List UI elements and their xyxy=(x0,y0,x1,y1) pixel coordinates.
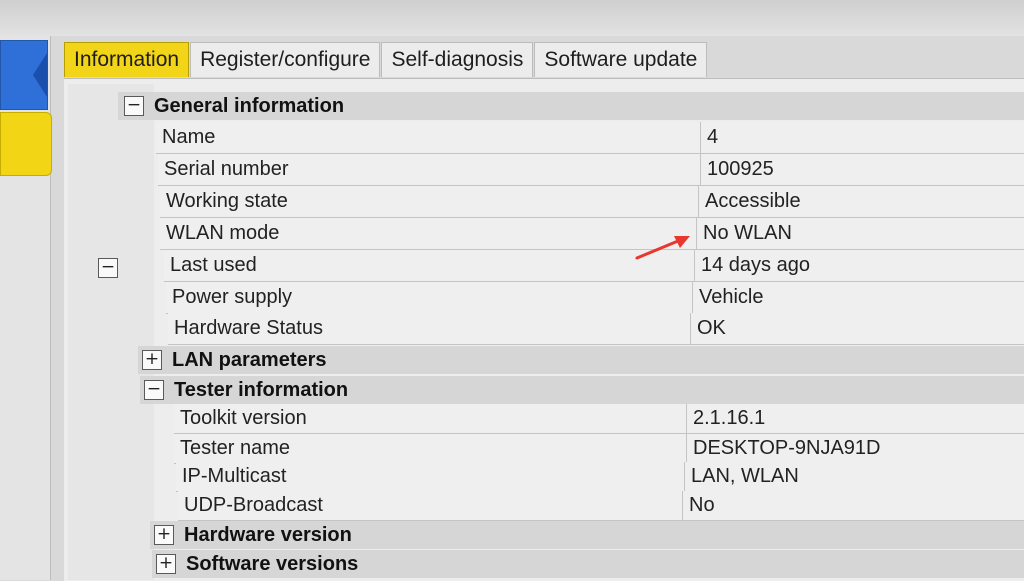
sidebar-yellow-button[interactable] xyxy=(0,112,52,176)
tab-information[interactable]: Information xyxy=(64,42,190,77)
window-top-band xyxy=(0,0,1024,36)
software-section-header[interactable]: + Software versions xyxy=(156,550,358,578)
row-value: Vehicle xyxy=(692,282,1024,313)
table-row: IP-Multicast LAN, WLAN xyxy=(176,462,1024,492)
hardware-section-header[interactable]: + Hardware version xyxy=(154,521,352,549)
row-value: LAN, WLAN xyxy=(684,462,1024,491)
table-row: Toolkit version 2.1.16.1 xyxy=(174,404,1024,434)
row-value: Accessible xyxy=(698,186,1024,217)
table-row: Last used 14 days ago xyxy=(164,250,1024,282)
tester-section-header[interactable]: − Tester information xyxy=(144,376,348,404)
row-value: OK xyxy=(690,313,1024,344)
row-value: 4 xyxy=(700,122,1024,153)
general-section-header[interactable]: − General information xyxy=(124,92,344,120)
row-value: 14 days ago xyxy=(694,250,1024,281)
outer-collapse-toggle[interactable]: − xyxy=(98,258,128,278)
table-row: Power supply Vehicle xyxy=(166,282,1024,314)
table-row: UDP-Broadcast No xyxy=(178,491,1024,521)
lan-section-header[interactable]: + LAN parameters xyxy=(142,346,327,374)
expand-icon[interactable]: + xyxy=(154,525,174,545)
table-row: Working state Accessible xyxy=(160,186,1024,218)
table-row: Serial number 100925 xyxy=(158,154,1024,186)
collapse-icon[interactable]: − xyxy=(124,96,144,116)
tab-bar: Information Register/configure Self-diag… xyxy=(64,42,708,78)
tab-register-configure[interactable]: Register/configure xyxy=(190,42,381,77)
row-value: No WLAN xyxy=(696,218,1024,249)
table-row: Tester name DESKTOP-9NJA91D xyxy=(174,434,1024,464)
expand-icon[interactable]: + xyxy=(142,350,162,370)
red-arrow-icon xyxy=(635,236,690,260)
row-value: DESKTOP-9NJA91D xyxy=(686,434,1024,463)
tab-self-diagnosis[interactable]: Self-diagnosis xyxy=(381,42,534,77)
tab-software-update[interactable]: Software update xyxy=(534,42,708,77)
table-row: Name 4 xyxy=(156,122,1024,154)
row-value: 100925 xyxy=(700,154,1024,185)
table-row: WLAN mode No WLAN xyxy=(160,218,1024,250)
row-value: 2.1.16.1 xyxy=(686,404,1024,433)
section-title: LAN parameters xyxy=(172,348,327,371)
section-title: Hardware version xyxy=(184,523,352,546)
table-row: Hardware Status OK xyxy=(168,313,1024,345)
collapse-icon[interactable]: − xyxy=(144,380,164,400)
back-arrow-icon xyxy=(33,53,47,97)
collapse-icon: − xyxy=(98,258,118,278)
back-nav-button[interactable] xyxy=(0,40,48,110)
tree-gutter xyxy=(68,84,154,580)
row-value: No xyxy=(682,491,1024,520)
section-title: General information xyxy=(154,94,345,117)
section-title: Software versions xyxy=(186,552,359,575)
expand-icon[interactable]: + xyxy=(156,554,176,574)
section-title: Tester information xyxy=(174,378,349,401)
